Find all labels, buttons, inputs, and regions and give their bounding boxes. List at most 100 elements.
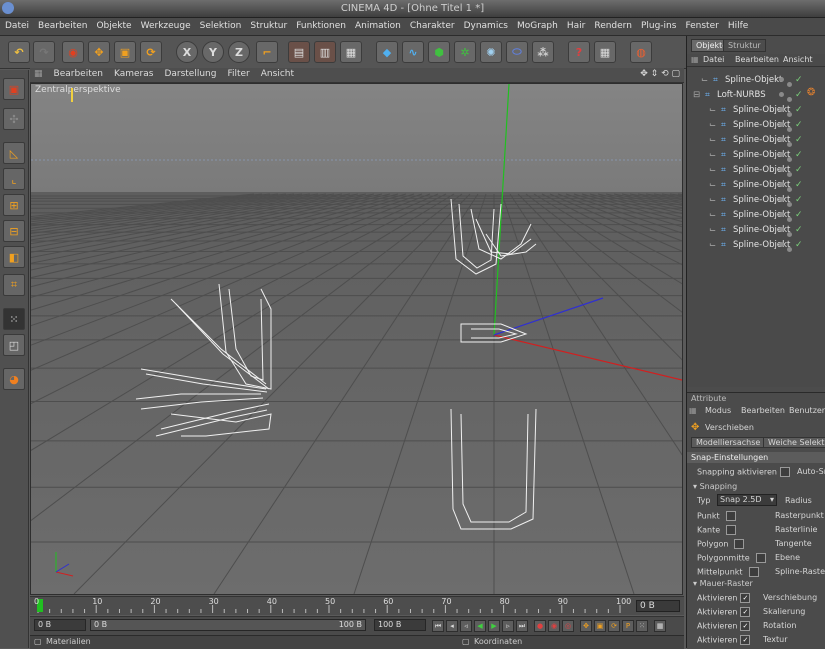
menu-struktur[interactable]: Struktur (245, 18, 291, 31)
z-axis-button[interactable]: Z (228, 41, 250, 63)
snap-option-row-right[interactable]: Rasterlinie (775, 525, 817, 534)
preview-range-slider[interactable]: 0 B 100 B (90, 619, 366, 631)
menu-plugins[interactable]: Plug-ins (636, 18, 681, 31)
viewport-menu-bearbeiten[interactable]: Bearbeiten (48, 68, 108, 79)
menu-charakter[interactable]: Charakter (405, 18, 459, 31)
enabled-check-icon[interactable]: ✓ (795, 90, 803, 100)
menu-objekte[interactable]: Objekte (91, 18, 135, 31)
editor-visibility-icon[interactable] (779, 227, 784, 232)
timeline[interactable]: 0 10 20 30 40 50 60 70 80 90 100 (30, 596, 684, 615)
tab-soft-selection[interactable]: Weiche Selektion (763, 437, 825, 448)
render-visibility-icon[interactable] (787, 127, 792, 132)
use-model-icon[interactable]: ▣ (3, 78, 25, 100)
snap-option-row-right[interactable]: Ebene (775, 553, 800, 562)
menu-hilfe[interactable]: Hilfe (723, 18, 752, 31)
render-visibility-icon[interactable] (787, 82, 792, 87)
object-list-item[interactable]: ⌙ ⌗ Spline-Objekt ✓ (687, 178, 825, 192)
min-frame-field[interactable]: 0 B (34, 619, 86, 631)
editor-visibility-icon[interactable] (779, 197, 784, 202)
render-visibility-icon[interactable] (787, 142, 792, 147)
menu-animation[interactable]: Animation (350, 18, 405, 31)
editor-visibility-icon[interactable] (779, 122, 784, 127)
editor-visibility-icon[interactable] (779, 242, 784, 247)
attr-menu-modus[interactable]: Modus (705, 406, 731, 415)
enabled-check-icon[interactable]: ✓ (795, 75, 803, 85)
globe-icon[interactable]: ◍ (630, 41, 652, 63)
render-visibility-icon[interactable] (787, 97, 792, 102)
enabled-check-icon[interactable]: ✓ (795, 225, 803, 235)
help-icon[interactable]: ? (568, 41, 590, 63)
viewport-3d[interactable]: Zentralperspektive (30, 83, 683, 595)
editor-visibility-icon[interactable] (779, 77, 784, 82)
goto-start-icon[interactable]: ⏮ (432, 620, 444, 632)
snap-option-row[interactable]: Polygon (697, 539, 745, 549)
tab-modelling-axis[interactable]: Modelliersachse (691, 437, 766, 448)
array-icon[interactable]: ✲ (454, 41, 476, 63)
menu-dynamics[interactable]: Dynamics (459, 18, 512, 31)
object-list-item[interactable]: ⌙ ⌗ Spline-Objekt ✓ (687, 223, 825, 237)
object-list-item[interactable]: ⌙ ⌗ Spline-Objekt ✓ (687, 118, 825, 132)
scale-icon[interactable]: ▣ (114, 41, 136, 63)
menu-datei[interactable]: Datei (0, 18, 33, 31)
use-polygons-icon[interactable]: ⊞ (3, 194, 25, 216)
key-rotation-icon[interactable]: ⟳ (608, 620, 620, 632)
raster-option-row[interactable]: Aktivieren ✓ (697, 621, 751, 631)
materials-checkbox-icon[interactable]: ▢ (34, 637, 42, 646)
x-axis-button[interactable]: X (176, 41, 198, 63)
editor-visibility-icon[interactable] (779, 167, 784, 172)
render-settings-icon[interactable]: ▦ (340, 41, 362, 63)
object-list-item[interactable]: ⌙ ⌗ Spline-Objekt ✓ (687, 73, 825, 87)
use-axis-icon[interactable]: ⌗ (3, 274, 25, 296)
snapping-enable-row[interactable]: Snapping aktivieren (697, 467, 790, 477)
snap-icon[interactable]: ⁙ (3, 308, 25, 330)
timeline-more-icon[interactable]: ▦ (654, 620, 666, 632)
y-axis-button[interactable]: Y (202, 41, 224, 63)
undo-icon[interactable]: ↶ (8, 41, 30, 63)
viewport-menu-darstellung[interactable]: Darstellung (158, 68, 221, 79)
editor-visibility-icon[interactable] (779, 212, 784, 217)
menu-funktionen[interactable]: Funktionen (291, 18, 350, 31)
use-texture-icon[interactable]: ⊟ (3, 220, 25, 242)
render-picture-viewer-icon[interactable]: ▥ (314, 41, 336, 63)
enabled-check-icon[interactable]: ✓ (795, 120, 803, 130)
snap-option-row[interactable]: Polygonmitte (697, 553, 766, 563)
scene-icon[interactable]: ⬭ (506, 41, 528, 63)
use-texture-axis-icon[interactable]: ◧ (3, 246, 25, 268)
viewport-menu-filter[interactable]: Filter (221, 68, 254, 79)
enabled-check-icon[interactable]: ✓ (795, 180, 803, 190)
keyframe-selection-icon[interactable]: ◎ (562, 620, 574, 632)
spline-icon[interactable]: ∿ (402, 41, 424, 63)
enabled-check-icon[interactable]: ✓ (795, 135, 803, 145)
render-visibility-icon[interactable] (787, 187, 792, 192)
key-scale-icon[interactable]: ▣ (594, 620, 606, 632)
menu-werkzeuge[interactable]: Werkzeuge (136, 18, 195, 31)
raster-option-row[interactable]: Aktivieren ✓ (697, 593, 751, 603)
prev-frame-icon[interactable]: ◃ (460, 620, 472, 632)
autokey-icon[interactable]: ◉ (548, 620, 560, 632)
cube-icon[interactable]: ◆ (376, 41, 398, 63)
editor-visibility-icon[interactable] (779, 182, 784, 187)
snap-option-row[interactable]: Punkt (697, 511, 736, 521)
snap-option-row[interactable]: Kante (697, 525, 737, 535)
snap-option-checkbox[interactable] (725, 511, 736, 521)
raster-option-row[interactable]: Aktivieren ✓ (697, 635, 751, 645)
snap-option-row-right[interactable]: Rasterpunkt (775, 511, 824, 520)
menu-selektion[interactable]: Selektion (195, 18, 246, 31)
om-menu-ansicht[interactable]: Ansicht (783, 55, 813, 64)
raster-group-header[interactable]: ▾ Mauer-Raster (693, 579, 753, 588)
phong-tag-icon[interactable]: ❂ (807, 87, 815, 98)
goto-end-icon[interactable]: ⏭ (516, 620, 528, 632)
snapping-enable-checkbox[interactable] (780, 467, 790, 477)
light-icon[interactable]: ⁂ (532, 41, 554, 63)
object-list-item[interactable]: ⌙ ⌗ Spline-Objekt ✓ (687, 103, 825, 117)
materials-label[interactable]: Materialien (46, 637, 91, 646)
enabled-check-icon[interactable]: ✓ (795, 195, 803, 205)
object-name[interactable]: Loft-NURBS (717, 90, 766, 100)
move-icon[interactable]: ✥ (88, 41, 110, 63)
snapping-group-header[interactable]: ▾ Snapping (693, 482, 737, 491)
live-selection-icon[interactable]: ◉ (62, 41, 84, 63)
object-list-item[interactable]: ⌙ ⌗ Spline-Objekt ✓ (687, 148, 825, 162)
play-icon[interactable]: ▶ (488, 620, 500, 632)
raster-option-checkbox[interactable]: ✓ (740, 621, 751, 631)
object-list-item[interactable]: ⊟ ⌗ Loft-NURBS ✓ (687, 88, 825, 102)
